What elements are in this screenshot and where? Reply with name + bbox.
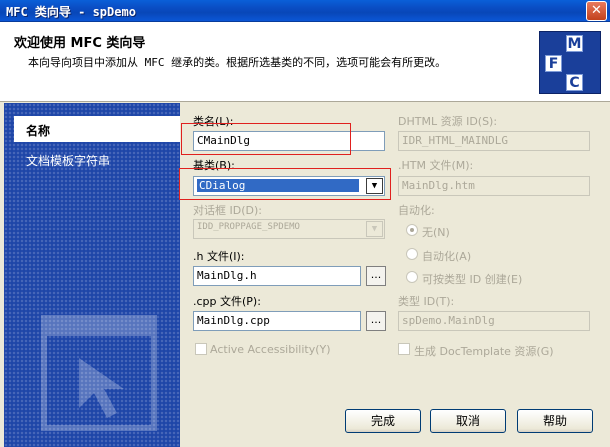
nav-item-doc-template-strings[interactable]: 文档模板字符串 <box>26 152 110 169</box>
nav-item-name[interactable]: 名称 <box>14 116 180 142</box>
automation-label: 自动化: <box>398 204 435 217</box>
generate-doctemplate-checkbox[interactable] <box>398 343 410 355</box>
h-file-input[interactable]: MainDlg.h <box>193 266 361 286</box>
mfc-logo: M F C <box>539 31 601 94</box>
dialog-id-value: IDD_PROPPAGE_SPDEMO <box>197 222 300 232</box>
chevron-down-icon: ▼ <box>366 221 383 237</box>
mfc-logo-letter: M <box>566 35 583 52</box>
type-id-label: 类型 ID(T): <box>398 295 455 308</box>
h-file-label: .h 文件(I): <box>193 250 245 263</box>
dialog-watermark-icon <box>41 315 157 431</box>
active-accessibility-label: Active Accessibility(Y) <box>210 343 331 356</box>
active-accessibility-checkbox[interactable] <box>195 343 207 355</box>
dialog-id-label: 对话框 ID(D): <box>193 204 262 217</box>
mfc-logo-letter: F <box>545 55 562 72</box>
htm-file-label: .HTM 文件(M): <box>398 159 474 172</box>
type-id-input[interactable]: spDemo.MainDlg <box>398 311 590 331</box>
htm-file-input[interactable]: MainDlg.htm <box>398 176 590 196</box>
automation-automation-label: 自动化(A) <box>422 250 472 263</box>
dhtml-resource-id-label: DHTML 资源 ID(S): <box>398 115 498 128</box>
cpp-file-input[interactable]: MainDlg.cpp <box>193 311 361 331</box>
close-button[interactable]: ✕ <box>586 1 607 21</box>
finish-button[interactable]: 完成 <box>345 409 421 433</box>
nav-item-label: 名称 <box>26 124 51 138</box>
window-title: MFC 类向导 - spDemo <box>6 5 136 19</box>
highlight-box <box>179 168 391 200</box>
header-description: 本向导向项目中添加从 MFC 继承的类。根据所选基类的不同，选项可能会有所更改。 <box>28 56 447 69</box>
cpp-file-label: .cpp 文件(P): <box>193 295 261 308</box>
wizard-nav-panel: 名称 文档模板字符串 <box>4 103 180 447</box>
automation-createable-label: 可按类型 ID 创建(E) <box>422 273 523 286</box>
h-file-browse-button[interactable]: ... <box>366 266 386 286</box>
dialog-id-combo[interactable]: IDD_PROPPAGE_SPDEMO ▼ <box>193 219 385 239</box>
highlight-box <box>181 123 351 155</box>
cpp-file-browse-button[interactable]: ... <box>366 311 386 331</box>
automation-automation-radio[interactable] <box>406 248 418 260</box>
header-title: 欢迎使用 MFC 类向导 <box>14 36 146 51</box>
automation-none-label: 无(N) <box>422 226 450 239</box>
generate-doctemplate-label: 生成 DocTemplate 资源(G) <box>414 345 554 358</box>
automation-createable-radio[interactable] <box>406 271 418 283</box>
mfc-logo-letter: C <box>566 74 583 91</box>
automation-none-radio[interactable] <box>406 224 418 236</box>
title-bar: MFC 类向导 - spDemo ✕ <box>0 0 610 22</box>
cancel-button[interactable]: 取消 <box>430 409 506 433</box>
wizard-header: 欢迎使用 MFC 类向导 本向导向项目中添加从 MFC 继承的类。根据所选基类的… <box>0 22 610 102</box>
close-icon: ✕ <box>591 3 602 18</box>
dhtml-resource-id-input[interactable]: IDR_HTML_MAINDLG <box>398 131 590 151</box>
help-button[interactable]: 帮助 <box>517 409 593 433</box>
